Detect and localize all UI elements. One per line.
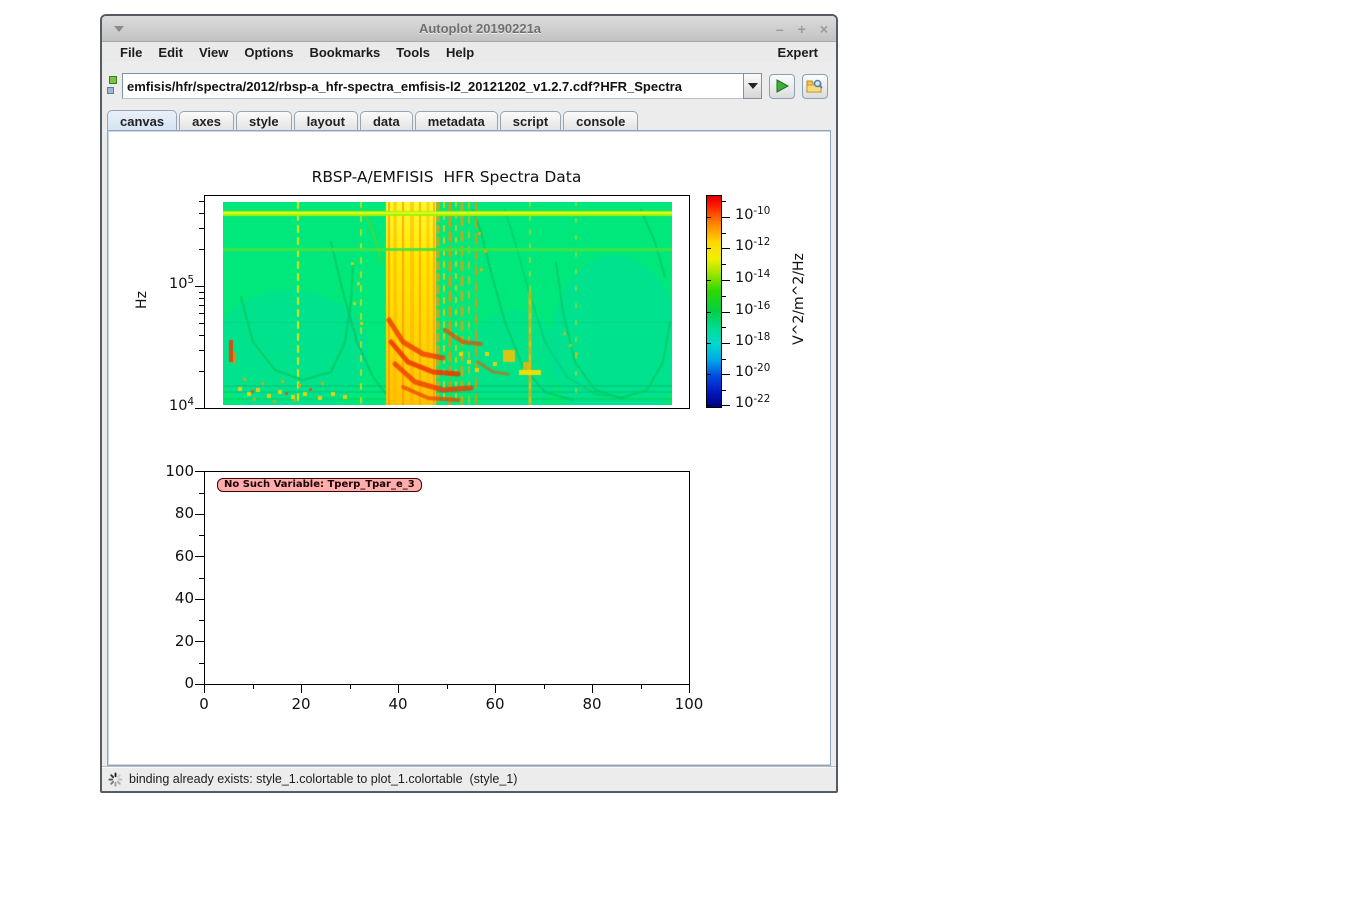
chevron-down-icon [747, 83, 758, 89]
x-tick-label: 40 [388, 695, 408, 713]
inspect-file-button[interactable] [802, 73, 828, 99]
error-annotation: No Such Variable: Tperp_Tpar_e_3 [217, 478, 422, 492]
plot-title: RBSP-A/EMFISIS HFR Spectra Data [311, 168, 582, 186]
busy-spinner-icon [108, 771, 123, 787]
menu-tools[interactable]: Tools [388, 45, 438, 60]
y-tick-label: 60 [174, 547, 194, 565]
minimize-button[interactable]: – [776, 22, 784, 36]
autoplot-window: Autoplot 20190221a – + × File Edit View … [100, 14, 838, 793]
uri-dropdown-button[interactable] [743, 73, 762, 99]
tab-style[interactable]: style [236, 111, 292, 130]
colorbar-gradient[interactable] [706, 195, 722, 408]
colorbar-tick-label: 10-14 [735, 267, 771, 286]
menu-view[interactable]: View [191, 45, 236, 60]
colorbar-tick-label: 10-10 [735, 204, 771, 223]
tab-metadata[interactable]: metadata [414, 111, 498, 130]
close-button[interactable]: × [820, 22, 828, 36]
tab-console[interactable]: console [563, 111, 639, 130]
status-message: binding already exists: style_1.colortab… [129, 772, 518, 786]
window-title: Autoplot 20190221a [418, 21, 542, 36]
play-icon [776, 79, 790, 93]
tab-bar: canvas axes style layout data metadata s… [102, 110, 836, 130]
tab-canvas[interactable]: canvas [107, 110, 178, 130]
y-tick-label: 20 [174, 632, 194, 650]
y-axis-label: Hz [134, 291, 150, 309]
x-tick-label: 20 [291, 695, 311, 713]
menu-expert[interactable]: Expert [770, 45, 826, 60]
plot-canvas[interactable]: RBSP-A/EMFISIS HFR Spectra Data 105 104 … [109, 132, 830, 764]
menu-help[interactable]: Help [438, 45, 482, 60]
uri-input[interactable] [122, 73, 743, 99]
x-tick-label: 60 [485, 695, 505, 713]
tab-script[interactable]: script [499, 111, 562, 130]
colorbar-tick-label: 10-16 [735, 299, 771, 318]
y-tick-label: 40 [174, 589, 194, 607]
x-tick-label: 80 [582, 695, 602, 713]
colorbar-axis-label: V^2/m^2/Hz [791, 253, 807, 345]
go-plot-button[interactable] [769, 73, 795, 99]
menu-edit[interactable]: Edit [150, 45, 191, 60]
y-tick-label: 0 [184, 674, 194, 692]
tab-data[interactable]: data [359, 111, 413, 130]
y-tick-label: 105 [169, 273, 194, 292]
canvas-scrollpane: RBSP-A/EMFISIS HFR Spectra Data 105 104 … [107, 130, 831, 766]
menu-bookmarks[interactable]: Bookmarks [301, 45, 388, 60]
titlebar[interactable]: Autoplot 20190221a – + × [102, 16, 836, 42]
window-menu-icon[interactable] [114, 25, 124, 32]
status-bar: binding already exists: style_1.colortab… [102, 766, 836, 791]
tab-axes[interactable]: axes [179, 111, 235, 130]
menu-options[interactable]: Options [236, 45, 301, 60]
colorbar-tick-label: 10-12 [735, 235, 771, 254]
uri-toolbar [102, 62, 836, 110]
y-tick-label: 104 [169, 395, 194, 414]
x-tick-label: 0 [199, 695, 209, 713]
y-tick-label: 80 [174, 504, 194, 522]
y-tick-label: 100 [165, 462, 194, 480]
colorbar-tick-label: 10-22 [735, 392, 771, 411]
tab-layout[interactable]: layout [293, 111, 358, 130]
folder-search-icon [806, 79, 823, 93]
maximize-button[interactable]: + [798, 22, 806, 36]
datasource-type-icon [106, 75, 120, 97]
colorbar-tick-label: 10-20 [735, 361, 771, 380]
menubar: File Edit View Options Bookmarks Tools H… [102, 42, 836, 62]
spectrogram-image[interactable] [223, 202, 672, 405]
colorbar-tick-label: 10-18 [735, 330, 771, 349]
x-tick-label: 100 [674, 695, 704, 713]
menu-file[interactable]: File [112, 45, 150, 60]
